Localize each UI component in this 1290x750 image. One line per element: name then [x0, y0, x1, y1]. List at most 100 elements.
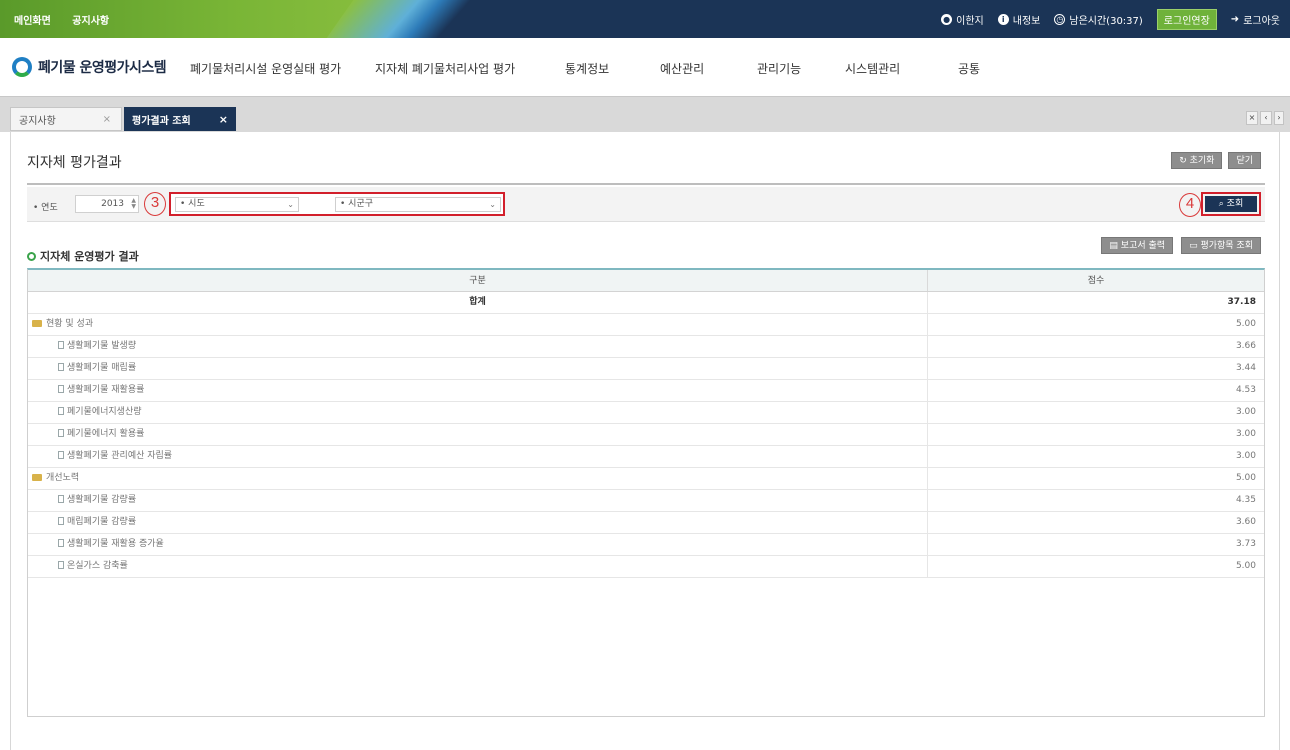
reset-button-label: 초기화 [1189, 156, 1215, 166]
table-row[interactable]: 생활폐기물 재활용 증가율 3.73 [28, 534, 1264, 556]
row-label: 생활폐기물 감량률 [67, 495, 137, 505]
close-icon[interactable]: × [103, 114, 111, 125]
row-label: 생활폐기물 재활용 증가율 [67, 539, 164, 549]
close-icon[interactable]: × [219, 113, 228, 126]
document-icon [58, 451, 64, 459]
logout-link[interactable]: ➜ 로그아웃 [1231, 12, 1280, 27]
search-bar: • 연도 2013 ▲ ▼ 3 • 시도 ⌄ • 시군구 ⌄ 4 ⌕ 조회 [27, 187, 1265, 222]
table-row[interactable]: 폐기물에너지생산량 3.00 [28, 402, 1264, 424]
table-row[interactable]: 생활폐기물 관리예산 자립률 3.00 [28, 446, 1264, 468]
menu-common[interactable]: 공통 [958, 60, 980, 77]
document-icon [58, 517, 64, 525]
row-score-cell: 3.00 [1235, 407, 1256, 417]
logout-label: 로그아웃 [1243, 15, 1280, 27]
user-name-label: 이한지 [956, 15, 984, 27]
menu-management[interactable]: 관리기능 [757, 60, 801, 77]
sido-select-label: • 시도 [180, 199, 205, 209]
row-score-cell: 3.73 [1235, 539, 1256, 549]
section-title-text: 지자체 운영평가 결과 [40, 250, 139, 263]
folder-icon [32, 474, 42, 481]
remaining-time-label: 남은시간(30:37) [1069, 15, 1143, 27]
document-icon [58, 363, 64, 371]
user-name: ● 이한지 [941, 12, 984, 27]
year-value: 2013 [101, 199, 124, 209]
logo[interactable]: 폐기물 운영평가시스템 [12, 57, 167, 77]
row-score-cell: 3.00 [1235, 429, 1256, 439]
view-items-label: 평가항목 조회 [1200, 241, 1253, 251]
table-row[interactable]: 생활폐기물 발생량 3.66 [28, 336, 1264, 358]
tab-evaluation-result[interactable]: 평가결과 조회 × [124, 107, 236, 131]
row-category-cell: 개선노력 [28, 468, 928, 489]
top-links: 메인화면 공지사항 [14, 12, 127, 27]
top-bar: 메인화면 공지사항 ● 이한지 i 내정보 ◷ 남은시간(30:37) 로그인연… [0, 0, 1290, 38]
chevron-left-icon[interactable]: ‹ [1260, 111, 1272, 125]
sido-select-text: 시도 [188, 199, 205, 209]
sigungu-select-text: 시군구 [348, 199, 374, 209]
header: 폐기물 운영평가시스템 폐기물처리시설 운영실태 평가 지자체 폐기물처리사업 … [0, 38, 1290, 96]
menu-statistics[interactable]: 통계정보 [565, 60, 609, 77]
document-icon [58, 341, 64, 349]
user-area: ● 이한지 i 내정보 ◷ 남은시간(30:37) 로그인연장 ➜ 로그아웃 [941, 8, 1280, 30]
close-button[interactable]: 닫기 [1228, 152, 1261, 169]
logout-icon: ➜ [1230, 13, 1240, 25]
clock-icon: ◷ [1054, 13, 1066, 25]
my-info-link[interactable]: i 내정보 [997, 12, 1041, 27]
search-icon: ⌕ [1218, 199, 1224, 209]
close-all-tabs-icon[interactable]: × [1246, 111, 1258, 125]
chevron-down-icon: ⌄ [489, 200, 496, 209]
home-link[interactable]: 메인화면 [14, 16, 51, 27]
document-icon [58, 407, 64, 415]
section-buttons: ▤ 보고서 출력 ▭ 평가항목 조회 [1101, 237, 1261, 254]
row-label: 생활폐기물 발생량 [67, 341, 137, 351]
reset-button[interactable]: ↻ 초기화 [1171, 152, 1223, 169]
year-stepper[interactable]: 2013 ▲ ▼ [75, 195, 139, 213]
grid-header: 구분 점수 [28, 270, 1264, 292]
row-label: 생활폐기물 관리예산 자립률 [67, 451, 173, 461]
row-category-cell: 생활폐기물 발생량 [28, 336, 928, 357]
menu-facility-evaluation[interactable]: 폐기물처리시설 운영실태 평가 [190, 60, 341, 77]
extend-login-button[interactable]: 로그인연장 [1156, 8, 1217, 30]
row-category-cell: 생활폐기물 매립률 [28, 358, 928, 379]
sigungu-select[interactable]: • 시군구 ⌄ [335, 197, 501, 212]
menu-local-evaluation[interactable]: 지자체 폐기물처리사업 평가 [375, 60, 515, 77]
total-value: 37.18 [1227, 297, 1256, 307]
view-items-button[interactable]: ▭ 평가항목 조회 [1181, 237, 1261, 254]
table-row[interactable]: 생활폐기물 재활용률 4.53 [28, 380, 1264, 402]
row-score-cell: 3.66 [1235, 341, 1256, 351]
row-label: 온실가스 감축률 [67, 561, 128, 571]
document-icon [58, 539, 64, 547]
stepper-arrows-icon[interactable]: ▲ ▼ [131, 198, 136, 210]
chevron-right-icon[interactable]: › [1274, 111, 1284, 125]
user-icon: ● [941, 13, 953, 25]
menu-budget[interactable]: 예산관리 [660, 60, 704, 77]
menu-system[interactable]: 시스템관리 [845, 60, 900, 77]
printer-icon: ▤ [1109, 241, 1118, 251]
tab-strip: 공지사항 × 평가결과 조회 × × ‹ › [0, 96, 1290, 132]
top-bar-diagonal-band [326, 0, 494, 38]
table-row[interactable]: 온실가스 감축률 5.00 [28, 556, 1264, 578]
table-row[interactable]: 생활폐기물 매립률 3.44 [28, 358, 1264, 380]
table-row[interactable]: 현황 및 성과 5.00 [28, 314, 1264, 336]
page-title: 지자체 평가결과 [27, 155, 122, 171]
notice-link[interactable]: 공지사항 [72, 16, 109, 27]
row-label: 개선노력 [46, 473, 80, 483]
print-report-label: 보고서 출력 [1120, 241, 1166, 251]
row-label: 생활폐기물 매립률 [67, 363, 137, 373]
row-score-cell: 4.35 [1235, 495, 1256, 505]
row-label: 생활폐기물 재활용률 [67, 385, 145, 395]
print-report-button[interactable]: ▤ 보고서 출력 [1101, 237, 1174, 254]
table-row[interactable]: 매립폐기물 감량률 3.60 [28, 512, 1264, 534]
row-category-cell: 폐기물에너지생산량 [28, 402, 928, 423]
content-panel: 지자체 평가결과 ↻ 초기화 닫기 • 연도 2013 ▲ ▼ 3 • 시도 ⌄ … [10, 132, 1280, 750]
row-label: 폐기물에너지 활용률 [67, 429, 145, 439]
row-category-cell: 매립폐기물 감량률 [28, 512, 928, 533]
tab-evaluation-result-label: 평가결과 조회 [132, 115, 191, 127]
table-row[interactable]: 개선노력 5.00 [28, 468, 1264, 490]
search-button[interactable]: ⌕ 조회 [1205, 196, 1257, 212]
table-row[interactable]: 폐기물에너지 활용률 3.00 [28, 424, 1264, 446]
sido-select[interactable]: • 시도 ⌄ [175, 197, 299, 212]
document-icon [58, 495, 64, 503]
tab-notice[interactable]: 공지사항 × [10, 107, 122, 131]
table-row[interactable]: 생활폐기물 감량률 4.35 [28, 490, 1264, 512]
my-info-label: 내정보 [1012, 15, 1041, 27]
